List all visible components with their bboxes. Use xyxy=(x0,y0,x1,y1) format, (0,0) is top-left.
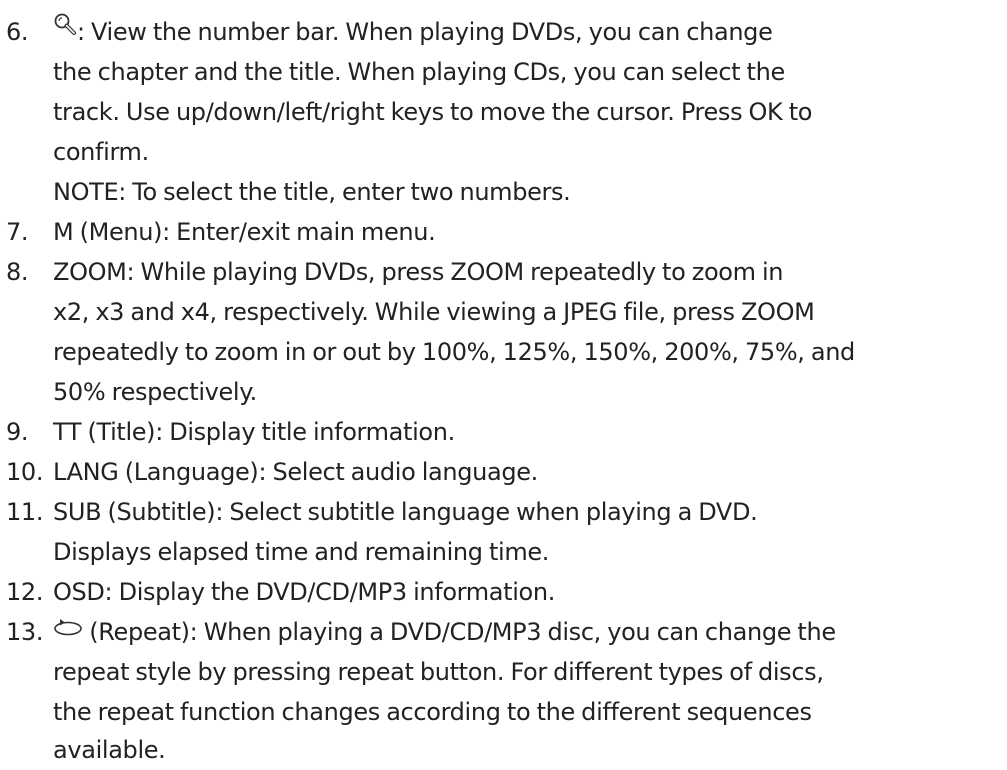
list-item-10: 10. LANG (Language): Select audio langua… xyxy=(0,452,1007,492)
item-text-line: confirm. xyxy=(53,138,149,166)
item-number: 12. xyxy=(6,578,44,606)
item-text-line: ZOOM: While playing DVDs, press ZOOM rep… xyxy=(53,258,784,286)
item-number: 6. xyxy=(6,18,29,46)
list-item-6-note: NOTE: To select the title, enter two num… xyxy=(0,172,1007,212)
item-number: 13. xyxy=(6,618,44,646)
item-text-line: available. xyxy=(53,736,166,764)
repeat-icon xyxy=(53,610,83,650)
item-text-line: LANG (Language): Select audio language. xyxy=(53,458,538,486)
list-item-9: 9. TT (Title): Display title information… xyxy=(0,412,1007,452)
item-note: NOTE: To select the title, enter two num… xyxy=(53,178,571,206)
list-item-11: 11. SUB (Subtitle): Select subtitle lang… xyxy=(0,492,1007,532)
item-text-line: x2, x3 and x4, respectively. While viewi… xyxy=(53,298,815,326)
list-item-8-line-3: repeatedly to zoom in or out by 100%, 12… xyxy=(0,332,1007,372)
list-item-7: 7. M (Menu): Enter/exit main menu. xyxy=(0,212,1007,252)
item-text-line: repeat style by pressing repeat button. … xyxy=(53,658,824,686)
list-item-12: 12. OSD: Display the DVD/CD/MP3 informat… xyxy=(0,572,1007,612)
magnifier-search-icon xyxy=(53,10,77,50)
list-item-13-line-3: the repeat function changes according to… xyxy=(0,692,1007,732)
list-item-13-line-4: available. xyxy=(0,730,1007,770)
list-item-13-line-2: repeat style by pressing repeat button. … xyxy=(0,652,1007,692)
item-text-line: Displays elapsed time and remaining time… xyxy=(53,538,550,566)
item-number: 11. xyxy=(6,498,44,526)
item-number: 7. xyxy=(6,218,29,246)
list-item-8: 8. ZOOM: While playing DVDs, press ZOOM … xyxy=(0,252,1007,292)
item-text-line: TT (Title): Display title information. xyxy=(53,418,455,446)
item-number: 9. xyxy=(6,418,29,446)
item-text-line: (Repeat): When playing a DVD/CD/MP3 disc… xyxy=(83,618,836,646)
list-item-8-line-4: 50% respectively. xyxy=(0,372,1007,412)
item-text-line: SUB (Subtitle): Select subtitle language… xyxy=(53,498,758,526)
manual-page: 6. : View the number bar. When playing D… xyxy=(0,0,1007,764)
item-text-line: M (Menu): Enter/exit main menu. xyxy=(53,218,436,246)
item-text-line: the repeat function changes according to… xyxy=(53,698,812,726)
item-text-line: the chapter and the title. When playing … xyxy=(53,58,785,86)
list-item-8-line-2: x2, x3 and x4, respectively. While viewi… xyxy=(0,292,1007,332)
list-item-13: 13. (Repeat): When playing a DVD/CD/MP3 … xyxy=(0,612,1007,652)
list-item-6: 6. : View the number bar. When playing D… xyxy=(0,12,1007,52)
list-item-11-line-2: Displays elapsed time and remaining time… xyxy=(0,532,1007,572)
item-text-line: track. Use up/down/left/right keys to mo… xyxy=(53,98,813,126)
item-number: 8. xyxy=(6,258,29,286)
item-text-line: repeatedly to zoom in or out by 100%, 12… xyxy=(53,338,855,366)
item-text-line: : View the number bar. When playing DVDs… xyxy=(77,18,773,46)
item-number: 10. xyxy=(6,458,44,486)
list-item-6-line-2: the chapter and the title. When playing … xyxy=(0,52,1007,92)
item-text-line: OSD: Display the DVD/CD/MP3 information. xyxy=(53,578,556,606)
list-item-6-line-3: track. Use up/down/left/right keys to mo… xyxy=(0,92,1007,132)
item-text-line: 50% respectively. xyxy=(53,378,257,406)
list-item-6-line-4: confirm. xyxy=(0,132,1007,172)
